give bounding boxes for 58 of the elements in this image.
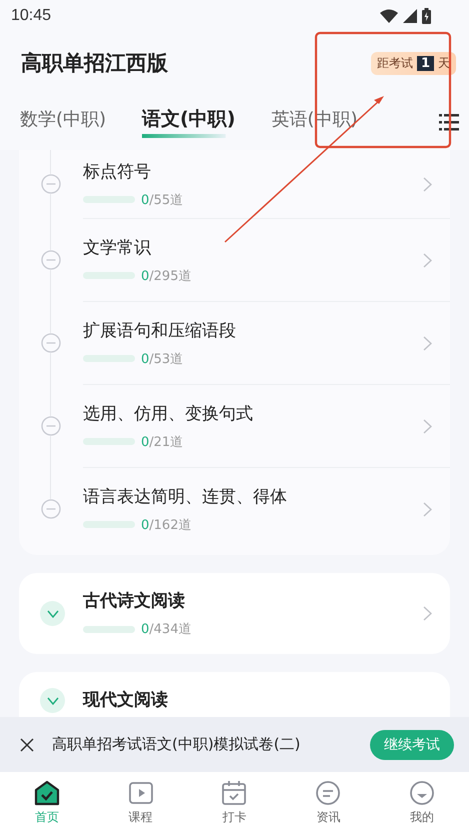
progress-track xyxy=(83,626,135,632)
nav-label[interactable]: 打卡 xyxy=(222,809,246,826)
nav-label[interactable]: 资讯 xyxy=(316,809,340,826)
collapse-icon xyxy=(41,416,61,436)
countdown-days: 1 xyxy=(416,56,434,70)
chapter-card[interactable]: 现代文阅读 xyxy=(19,672,450,717)
chevron-down-icon xyxy=(46,696,58,704)
nav-label[interactable]: 我的 xyxy=(410,809,434,826)
nav-label[interactable]: 课程 xyxy=(128,809,153,826)
collapse-icon xyxy=(41,498,61,518)
topic-row[interactable]: 标点符号 0/55道 xyxy=(19,150,450,218)
topic-row[interactable]: 语言表达简明、连贯、得体 0/162道 xyxy=(19,467,450,550)
home-icon[interactable] xyxy=(34,780,60,806)
topic-row[interactable]: 文学常识 0/295道 xyxy=(19,218,450,301)
topic-title: 语言表达简明、连贯、得体 xyxy=(83,486,287,508)
subject-tab[interactable]: 数学(中职) xyxy=(20,107,106,137)
topic-row[interactable]: 扩展语句和压缩语段 0/53道 xyxy=(19,301,450,384)
status-time: 10:45 xyxy=(11,7,52,25)
collapse-icon xyxy=(41,332,61,352)
topic-title: 文学常识 xyxy=(83,236,152,258)
chapter-title: 古代诗文阅读 xyxy=(83,590,186,612)
news-icon[interactable] xyxy=(315,780,342,806)
topic-title: 扩展语句和压缩语段 xyxy=(83,320,236,342)
countdown-label: 距考试 xyxy=(376,54,413,72)
expand-toggle[interactable] xyxy=(40,688,65,713)
chevron-right-icon xyxy=(423,606,432,621)
chapter-title: 现代文阅读 xyxy=(83,689,168,711)
signal-icon xyxy=(403,9,417,23)
question-count: 0/162道 xyxy=(141,516,192,534)
collapse-icon xyxy=(41,250,61,270)
question-count: 0/295道 xyxy=(141,268,192,284)
question-count: 0/55道 xyxy=(141,192,184,208)
battery-icon xyxy=(422,8,431,24)
subject-tab[interactable]: 语文(中职) xyxy=(142,106,236,138)
question-count: 0/53道 xyxy=(141,350,184,368)
chapter-card[interactable]: 古代诗文阅读 0/434道 xyxy=(19,573,450,654)
topic-title: 选用、仿用、变换句式 xyxy=(83,402,253,424)
chevron-down-icon xyxy=(46,610,58,618)
chevron-right-icon xyxy=(423,252,432,268)
expand-toggle[interactable] xyxy=(40,601,65,626)
question-count: 0/21道 xyxy=(141,434,184,450)
topic-title: 标点符号 xyxy=(83,160,152,182)
countdown-unit: 天 xyxy=(438,54,450,72)
question-count: 0/434道 xyxy=(141,621,192,638)
close-icon[interactable] xyxy=(20,738,34,752)
chevron-right-icon xyxy=(423,502,432,516)
wifi-icon xyxy=(380,9,398,23)
topic-row[interactable]: 选用、仿用、变换句式 0/21道 xyxy=(19,384,450,467)
video-icon[interactable] xyxy=(128,780,154,806)
chevron-right-icon xyxy=(423,176,432,192)
chevron-right-icon xyxy=(423,418,432,434)
chevron-right-icon xyxy=(423,336,432,350)
menu-icon[interactable] xyxy=(439,113,459,131)
calendar-icon[interactable] xyxy=(221,780,248,806)
exam-title: 高职单招考试语文(中职)模拟试卷(二) xyxy=(52,735,300,754)
user-icon[interactable] xyxy=(409,780,436,806)
app-title: 高职单招江西版 xyxy=(21,50,168,77)
collapse-icon xyxy=(41,174,61,194)
